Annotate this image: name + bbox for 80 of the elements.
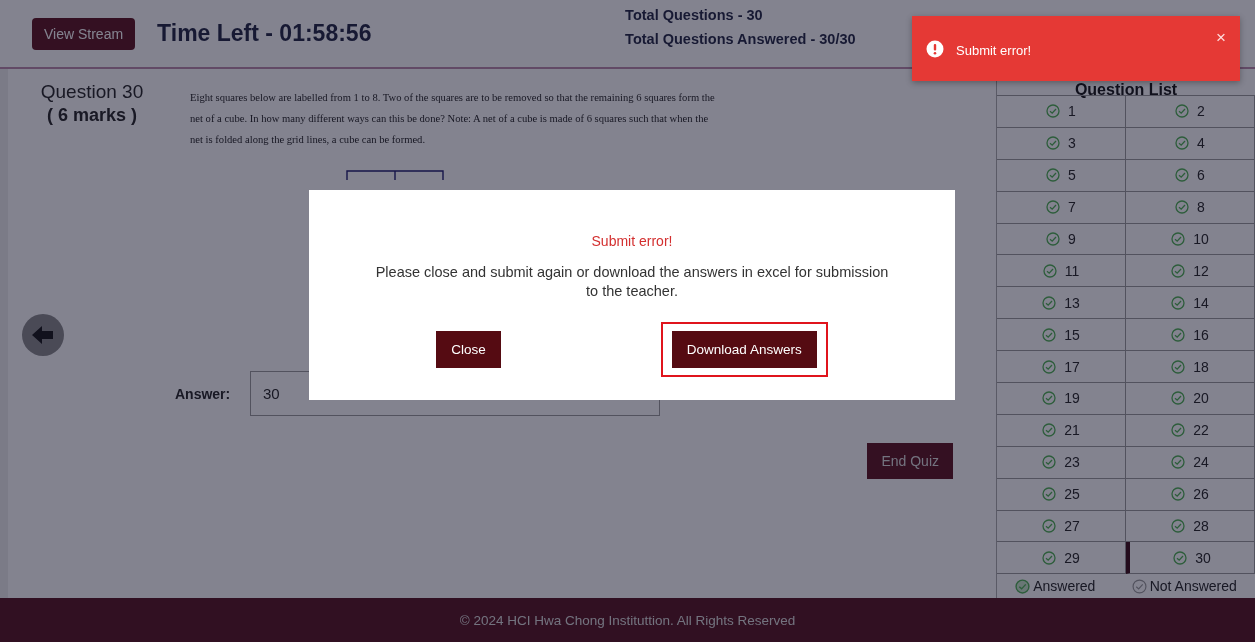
question-item[interactable]: 27 [997,510,1126,543]
check-circle-icon [1042,487,1057,502]
question-item[interactable]: 10 [1126,223,1255,256]
check-circle-icon [1171,263,1186,278]
dialog-title: Submit error! [590,233,674,249]
question-item[interactable]: 29 [997,542,1126,575]
dialog-message: Please close and submit again or download the answers in excel for submission to the teacher. [374,263,890,301]
toast-message: Submit error! [956,43,1033,58]
question-item[interactable]: 8 [1126,191,1255,224]
check-circle-icon [1175,136,1190,151]
check-circle-icon [1042,519,1057,533]
close-button[interactable]: × [1216,28,1226,48]
check-circle-icon [1171,455,1186,470]
check-circle-icon [1175,168,1190,183]
question-item[interactable]: 23 [997,446,1126,479]
check-circle-icon [1175,104,1190,119]
check-circle-icon [1042,359,1057,374]
question-item[interactable]: 16 [1126,319,1255,352]
check-circle-icon [1175,200,1190,215]
download-answers-button[interactable]: Download Answers [671,331,817,368]
question-item[interactable]: 5 [997,159,1126,192]
question-item[interactable]: 17 [997,351,1126,383]
question-item[interactable]: 7 [997,191,1126,224]
question-item[interactable]: 14 [1126,287,1255,320]
check-circle-icon [1042,423,1057,438]
question-item[interactable]: 3 [997,127,1126,160]
legend-item: Not Answered [1131,578,1237,595]
copyright-text: © 2024 HCI Hwa Chong Instituttion. All Rights Reserved [459,612,796,628]
question-item[interactable]: 30 [1126,542,1255,575]
check-circle-icon [1046,104,1061,119]
question-item[interactable]: 6 [1126,159,1255,192]
time-left: Time Left - 01:58:56 [157,20,373,47]
question-item[interactable]: 25 [997,478,1126,511]
check-circle-icon [1042,327,1057,342]
check-circle-icon [1042,263,1057,278]
legend-item: Answered [1015,578,1096,595]
check-circle-icon [1046,136,1061,151]
check-circle-icon [1171,423,1186,438]
check-circle-icon [1171,359,1186,374]
total-answered: Total Questions Answered - 30/30 [625,30,856,47]
question-marks: ( 6 marks ) [46,105,137,126]
check-circle-icon [1171,232,1186,246]
alert-icon [926,39,944,58]
check-circle-icon [1042,550,1057,565]
end-quiz-button[interactable]: End Quiz [867,443,953,479]
close-dialog-button[interactable]: Close [436,331,501,368]
answer-label: Answer: [175,385,232,402]
question-number: Question 30 [40,81,144,103]
question-item[interactable]: 2 [1126,96,1255,128]
question-item[interactable]: 11 [997,255,1126,288]
check-circle-icon [1171,295,1186,310]
check-circle-icon [1042,391,1057,406]
check-circle-icon [1046,232,1061,246]
check-circle-icon [1131,578,1147,594]
question-item[interactable]: 13 [997,287,1126,320]
check-circle-icon [1046,168,1061,183]
check-circle-icon [1173,550,1188,565]
check-circle-icon [1042,295,1057,310]
question-item[interactable]: 28 [1126,510,1255,543]
question-item[interactable]: 4 [1126,127,1255,160]
question-text: Eight squares below are labelled from 1 to 8. Two of the squares are to be removed so that the remaining 6 squares form the net of a cube. In how many different ways can this be done? Note: A net of a cube is made of 6 squares such that when the net is folded along the grid lines, a cube can be formed. [190,91,716,147]
view-stream-button[interactable]: View Stream [32,17,136,50]
question-item[interactable]: 20 [1126,383,1255,415]
check-circle-icon [1171,487,1186,502]
check-circle-icon [1046,200,1061,215]
question-item[interactable]: 24 [1126,446,1255,479]
check-circle-icon [1171,519,1186,533]
question-item[interactable]: 12 [1126,255,1255,288]
question-item[interactable]: 9 [997,223,1126,256]
question-item[interactable]: 22 [1126,414,1255,447]
question-item[interactable]: 19 [997,383,1126,415]
check-circle-icon [1171,391,1186,406]
question-item[interactable]: 18 [1126,351,1255,383]
question-item[interactable]: 15 [997,319,1126,352]
question-item[interactable]: 21 [997,414,1126,447]
check-circle-icon [1015,578,1031,594]
total-questions: Total Questions - 30 [625,6,764,23]
question-item[interactable]: 26 [1126,478,1255,511]
check-circle-icon [1042,455,1057,470]
check-circle-icon [1171,327,1186,342]
